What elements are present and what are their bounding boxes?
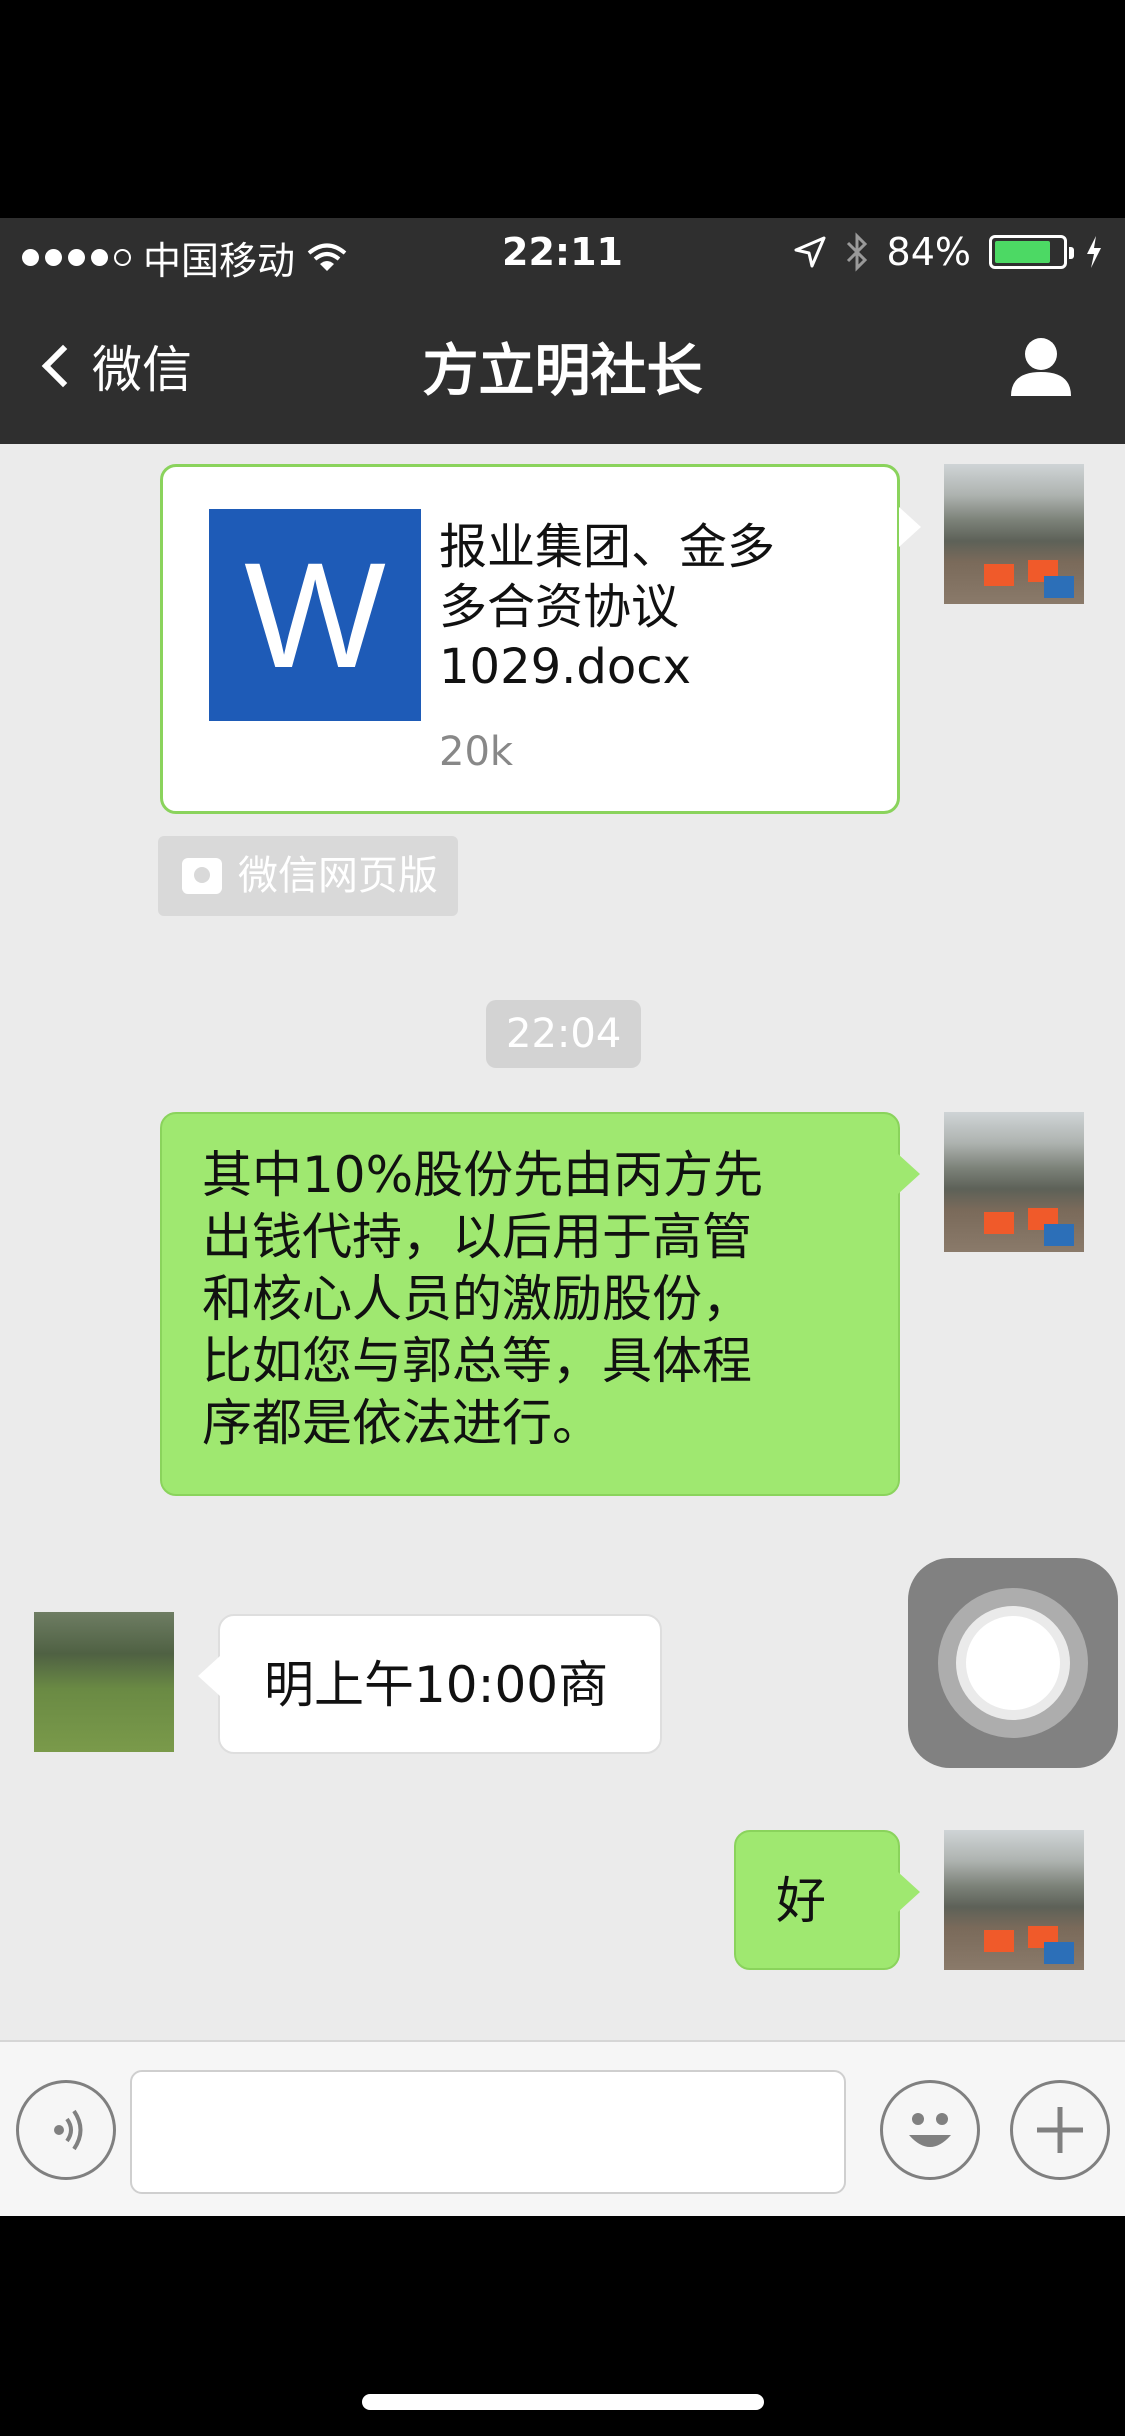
location-arrow-icon (794, 236, 826, 268)
input-bar (0, 2040, 1125, 2216)
contact-avatar[interactable] (34, 1612, 174, 1752)
battery-percent: 84% (886, 230, 971, 274)
message-timestamp: 22:04 (486, 1000, 642, 1068)
file-message-bubble[interactable]: W 报业集团、金多 多合资协议 1029.docx 20k (160, 464, 921, 814)
word-document-icon: W (209, 509, 421, 721)
message-input[interactable] (130, 2070, 846, 2194)
message-line: 出钱代持，以后用于高管 (202, 1208, 752, 1266)
message-line: 序都是依法进行。 (202, 1394, 602, 1452)
incoming-message-text: 明上午10:00商 (264, 1656, 609, 1714)
bluetooth-icon (846, 232, 867, 272)
emoji-icon (909, 2113, 951, 2147)
voice-icon (54, 2109, 83, 2151)
message-line: 其中10%股份先由丙方先 (202, 1146, 764, 1204)
battery-icon (989, 235, 1074, 269)
source-tag: 微信网页版 (158, 836, 458, 916)
charging-bolt-icon (1087, 236, 1101, 268)
message-line: 和核心人员的激励股份， (202, 1270, 752, 1328)
status-bar: 中国移动 22:11 84% (0, 218, 1125, 290)
emoji-button[interactable] (880, 2080, 980, 2180)
status-right: 84% (793, 230, 1103, 274)
voice-input-button[interactable] (16, 2080, 116, 2180)
my-avatar[interactable] (944, 464, 1084, 604)
battery-fill (995, 241, 1051, 263)
file-size: 20k (439, 729, 514, 775)
outgoing-reply-bubble[interactable]: 好 (734, 1830, 920, 1970)
incoming-message-bubble[interactable]: 明上午10:00商 (198, 1614, 662, 1754)
my-avatar[interactable] (944, 1830, 1084, 1970)
file-name: 报业集团、金多 多合资协议 1029.docx (439, 519, 776, 695)
plus-icon (1037, 2107, 1083, 2153)
reply-text: 好 (776, 1872, 826, 1930)
outgoing-message-bubble[interactable]: 其中10%股份先由丙方先 出钱代持，以后用于高管 和核心人员的激励股份， 比如您… (160, 1112, 920, 1496)
chat-area[interactable]: W 报业集团、金多 多合资协议 1029.docx 20k 微信网页版 22:0… (0, 444, 1125, 2040)
chat-title: 方立明社长 (422, 339, 703, 404)
web-client-icon (182, 858, 222, 894)
home-indicator[interactable] (362, 2394, 764, 2410)
nav-bar: 微信 方立明社长 (0, 290, 1125, 444)
person-icon[interactable] (1007, 334, 1075, 398)
my-avatar[interactable] (944, 1112, 1084, 1252)
assistive-touch-button[interactable] (908, 1558, 1118, 1768)
message-line: 比如您与郭总等，具体程 (202, 1332, 752, 1390)
more-button[interactable] (1010, 2080, 1110, 2180)
